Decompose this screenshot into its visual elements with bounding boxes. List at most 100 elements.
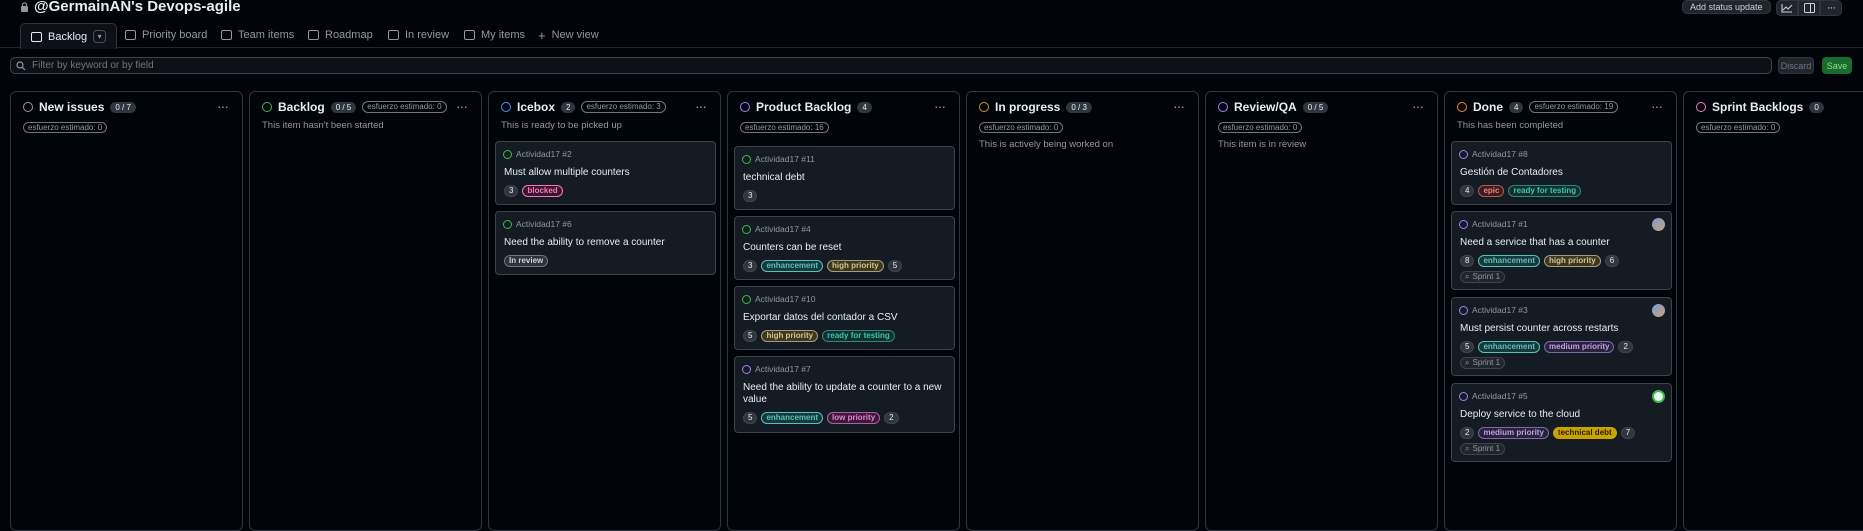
card-ref-text[interactable]: Actividad17 #11 — [755, 154, 815, 164]
save-button[interactable]: Save — [1822, 57, 1852, 74]
issue-card[interactable]: Actividad17 #7 Need the ability to updat… — [734, 356, 955, 433]
issue-card[interactable]: Actividad17 #1 Need a service that has a… — [1451, 211, 1672, 290]
label-badge[interactable]: enhancement — [1478, 255, 1541, 267]
column-count: 0 / 5 — [1302, 101, 1329, 113]
chevron-down-icon[interactable]: ▾ — [93, 30, 107, 43]
card-title[interactable]: Need a service that has a counter — [1460, 237, 1660, 249]
card-ref-text[interactable]: Actividad17 #6 — [516, 219, 572, 229]
issue-closed-icon — [1459, 219, 1468, 229]
add-status-update-button[interactable]: Add status update — [1682, 0, 1771, 14]
issue-card[interactable]: Actividad17 #5 Deploy service to the clo… — [1451, 383, 1672, 462]
tab-my-items[interactable]: My items — [464, 23, 525, 47]
tab-roadmap[interactable]: Roadmap — [308, 23, 373, 47]
project-header: @GermainAN's Devops-agile Add status upd… — [0, 0, 1863, 16]
tab-team-items[interactable]: Team items — [221, 23, 294, 47]
issue-card[interactable]: Actividad17 #8 Gestión de Contadores 4 e… — [1451, 141, 1672, 205]
label-badge[interactable]: blocked — [522, 185, 563, 197]
label-badge[interactable]: medium priority — [1544, 341, 1615, 353]
assignee-avatar[interactable] — [1652, 390, 1665, 403]
kebab-icon: ··· — [1827, 2, 1836, 14]
card-ref-text[interactable]: Actividad17 #10 — [755, 294, 816, 304]
label-badge[interactable]: ready for testing — [1508, 185, 1582, 197]
status-circle-icon — [262, 102, 272, 112]
card-title[interactable]: Need the ability to update a counter to … — [743, 382, 943, 406]
card-ref-text[interactable]: Actividad17 #7 — [755, 364, 811, 374]
card-title[interactable]: Must persist counter across restarts — [1460, 323, 1660, 335]
new-view-button[interactable]: + New view — [538, 23, 599, 47]
roadmap-icon — [308, 30, 319, 40]
sprint-badge[interactable]: ⌕ Sprint 1 — [1460, 357, 1506, 369]
column-in-progress: In progress 0 / 3 ··· esfuerzo estimado:… — [966, 91, 1199, 531]
sprint-badge[interactable]: ⌕ Sprint 1 — [1460, 271, 1506, 283]
estimate-row: esfuerzo estimado: 0 — [23, 119, 108, 133]
card-ref-text[interactable]: Actividad17 #8 — [1472, 149, 1528, 159]
label-badge[interactable]: enhancement — [761, 260, 824, 272]
card-labels: 5 high priority ready for testing — [743, 330, 895, 342]
plus-icon: + — [538, 27, 546, 43]
tab-in-review[interactable]: In review — [388, 23, 449, 47]
column-name: Review/QA — [1234, 100, 1297, 114]
label-badge[interactable]: enhancement — [761, 412, 824, 424]
column-menu-button[interactable]: ··· — [217, 98, 229, 114]
label-badge[interactable]: low priority — [827, 412, 881, 424]
label-badge[interactable]: medium priority — [1478, 427, 1549, 439]
project-title[interactable]: @GermainAN's Devops-agile — [34, 0, 241, 15]
estimate-badge: esfuerzo estimado: 0 — [979, 122, 1064, 133]
extra-value: 6 — [1604, 255, 1620, 267]
label-badge[interactable]: epic — [1478, 185, 1505, 197]
column-menu-button[interactable]: ··· — [456, 98, 468, 114]
issue-card[interactable]: Actividad17 #10 Exportar datos del conta… — [734, 286, 955, 350]
label-badge[interactable]: high priority — [827, 260, 884, 272]
column-menu-button[interactable]: ··· — [1173, 98, 1185, 114]
assignee-avatar[interactable] — [1652, 304, 1665, 317]
extra-value: 2 — [884, 412, 899, 424]
label-badge[interactable]: high priority — [1544, 255, 1601, 267]
card-labels: 3 — [743, 190, 758, 202]
column-count: 4 — [857, 101, 872, 113]
more-options-button[interactable]: ··· — [1820, 0, 1842, 16]
issue-card[interactable]: Actividad17 #11 technical debt 3 — [734, 146, 955, 210]
card-ref-text[interactable]: Actividad17 #4 — [755, 224, 811, 234]
insights-button[interactable] — [1776, 0, 1798, 16]
card-title[interactable]: technical debt — [743, 172, 943, 184]
column-menu-button[interactable]: ··· — [934, 98, 946, 114]
filter-input[interactable] — [32, 60, 532, 71]
estimate-value: 5 — [743, 412, 758, 424]
label-badge[interactable]: high priority — [761, 330, 819, 342]
tab-priority-board[interactable]: Priority board — [125, 23, 207, 47]
label-badge[interactable]: ready for testing — [822, 330, 895, 342]
label-badge[interactable]: technical debt — [1552, 427, 1617, 439]
card-title[interactable]: Deploy service to the cloud — [1460, 409, 1660, 421]
issue-open-icon — [742, 224, 751, 234]
card-title[interactable]: Exportar datos del contador a CSV — [743, 312, 943, 324]
card-title[interactable]: Must allow multiple counters — [504, 167, 704, 179]
column-header: Product Backlog 4 — [740, 100, 872, 114]
card-ref-text[interactable]: Actividad17 #3 — [1472, 305, 1528, 315]
label-badge[interactable]: In review — [504, 255, 549, 267]
label-badge[interactable]: enhancement — [1478, 341, 1541, 353]
discard-button[interactable]: Discard — [1778, 57, 1814, 74]
column-menu-button[interactable]: ··· — [1412, 98, 1424, 114]
card-title[interactable]: Counters can be reset — [743, 242, 943, 254]
column-name: Backlog — [278, 100, 325, 114]
column-menu-button[interactable]: ··· — [1651, 98, 1663, 114]
column-name: Done — [1473, 100, 1503, 114]
assignee-avatar[interactable] — [1652, 218, 1665, 231]
view-toolbar: ··· — [1776, 0, 1842, 16]
issue-card[interactable]: Actividad17 #6 Need the ability to remov… — [495, 211, 716, 275]
issue-card[interactable]: Actividad17 #3 Must persist counter acro… — [1451, 297, 1672, 376]
column-menu-button[interactable]: ··· — [695, 98, 707, 114]
card-ref-text[interactable]: Actividad17 #5 — [1472, 391, 1528, 401]
issue-card[interactable]: Actividad17 #2 Must allow multiple count… — [495, 141, 716, 205]
card-title[interactable]: Gestión de Contadores — [1460, 167, 1660, 179]
sprint-badge[interactable]: ⌕ Sprint 1 — [1460, 443, 1506, 455]
column-count: 0 / 3 — [1066, 101, 1092, 113]
issue-card[interactable]: Actividad17 #4 Counters can be reset 3 e… — [734, 216, 955, 280]
card-ref-text[interactable]: Actividad17 #1 — [1472, 219, 1528, 229]
card-title[interactable]: Need the ability to remove a counter — [504, 237, 704, 249]
card-ref-text[interactable]: Actividad17 #2 — [516, 149, 572, 159]
board-icon — [125, 30, 136, 40]
layout-button[interactable] — [1798, 0, 1820, 16]
tab-backlog[interactable]: Backlog ▾ — [20, 23, 118, 49]
card-labels: 5 enhancement low priority 2 — [743, 412, 899, 424]
